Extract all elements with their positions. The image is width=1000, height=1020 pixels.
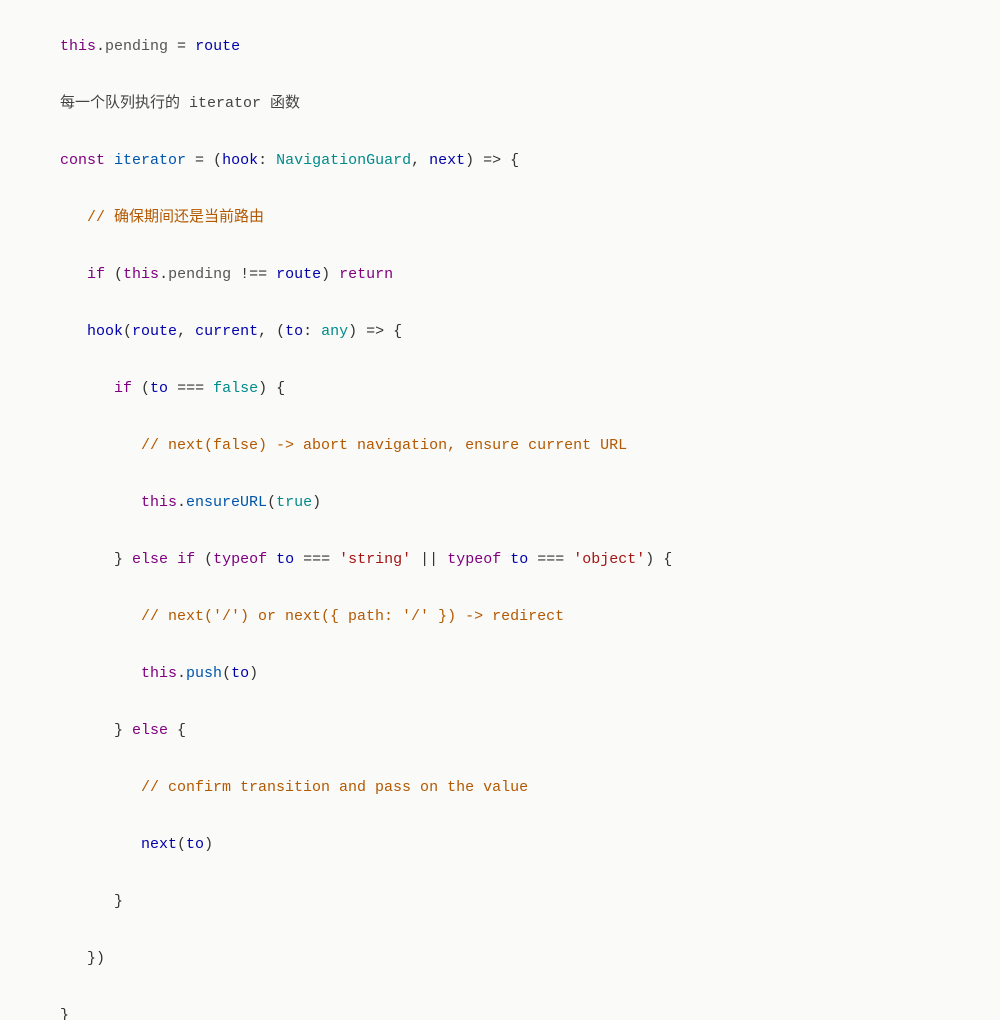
string-literal: 'object' xyxy=(573,551,645,568)
param-to: to xyxy=(285,323,303,340)
keyword-return: return xyxy=(339,266,393,283)
param-next: next xyxy=(429,152,465,169)
code-line: } else { xyxy=(60,717,940,746)
code-line: } else if (typeof to === 'string' || typ… xyxy=(60,546,940,575)
keyword-if: if xyxy=(177,551,195,568)
comment: // 确保期间还是当前路由 xyxy=(87,209,264,226)
ident-to: to xyxy=(150,380,168,397)
keyword-const: const xyxy=(60,152,105,169)
method-push: push xyxy=(186,665,222,682)
ident-route: route xyxy=(276,266,321,283)
ident-to: to xyxy=(276,551,294,568)
ident-to: to xyxy=(186,836,204,853)
code-line: hook(route, current, (to: any) => { xyxy=(60,318,940,347)
property-pending: pending xyxy=(105,38,168,55)
code-block: this.pending = route 每一个队列执行的 iterator 函… xyxy=(0,0,1000,1020)
ident-hook: hook xyxy=(87,323,123,340)
code-line: // next(false) -> abort navigation, ensu… xyxy=(60,432,940,461)
brace-close: } xyxy=(60,1007,69,1020)
code-line: // confirm transition and pass on the va… xyxy=(60,774,940,803)
ident-next: next xyxy=(141,836,177,853)
property-pending: pending xyxy=(168,266,231,283)
ident-iterator: iterator xyxy=(114,152,186,169)
keyword-else: else xyxy=(132,722,168,739)
type-any: any xyxy=(321,323,348,340)
comment: // next(false) -> abort navigation, ensu… xyxy=(141,437,627,454)
keyword-this: this xyxy=(60,38,96,55)
brace-close: } xyxy=(114,893,123,910)
ident-route: route xyxy=(195,38,240,55)
code-line: if (to === false) { xyxy=(60,375,940,404)
code-line: next(to) xyxy=(60,831,940,860)
code-line: // 确保期间还是当前路由 xyxy=(60,204,940,233)
literal-true: true xyxy=(276,494,312,511)
keyword-if: if xyxy=(114,380,132,397)
string-literal: 'string' xyxy=(339,551,411,568)
keyword-typeof: typeof xyxy=(447,551,501,568)
ident-to: to xyxy=(510,551,528,568)
keyword-this: this xyxy=(123,266,159,283)
ident-route: route xyxy=(132,323,177,340)
keyword-this: this xyxy=(141,494,177,511)
brace-close: }) xyxy=(87,950,105,967)
literal-false: false xyxy=(213,380,258,397)
code-line: this.push(to) xyxy=(60,660,940,689)
method-ensureurl: ensureURL xyxy=(186,494,267,511)
param-hook: hook xyxy=(222,152,258,169)
keyword-if: if xyxy=(87,266,105,283)
code-line: // next('/') or next({ path: '/' }) -> r… xyxy=(60,603,940,632)
doc-text: 每一个队列执行的 iterator 函数 xyxy=(60,90,940,119)
code-line: if (this.pending !== route) return xyxy=(60,261,940,290)
keyword-else: else xyxy=(132,551,168,568)
comment: // next('/') or next({ path: '/' }) -> r… xyxy=(141,608,564,625)
code-line: const iterator = (hook: NavigationGuard,… xyxy=(60,147,940,176)
ident-current: current xyxy=(195,323,258,340)
code-line: } xyxy=(60,1002,940,1020)
code-line: this.pending = route xyxy=(60,33,940,62)
code-line: }) xyxy=(60,945,940,974)
keyword-typeof: typeof xyxy=(213,551,267,568)
type-navigationguard: NavigationGuard xyxy=(276,152,411,169)
code-line: this.ensureURL(true) xyxy=(60,489,940,518)
code-line: } xyxy=(60,888,940,917)
keyword-this: this xyxy=(141,665,177,682)
ident-to: to xyxy=(231,665,249,682)
comment: // confirm transition and pass on the va… xyxy=(141,779,528,796)
